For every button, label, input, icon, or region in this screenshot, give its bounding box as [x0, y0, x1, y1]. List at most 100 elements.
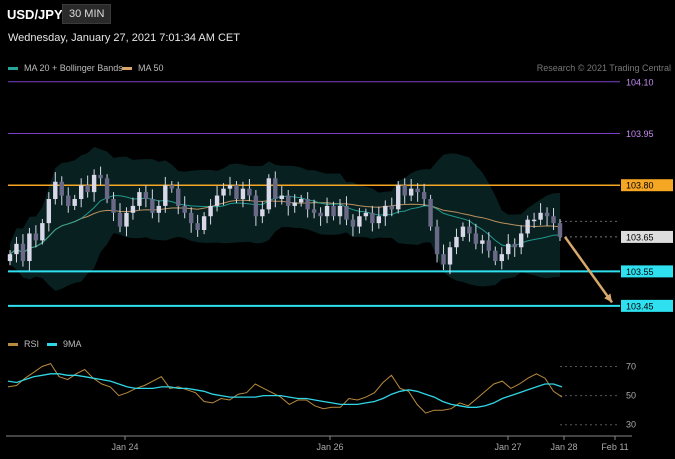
candle-body-11 — [78, 185, 84, 199]
candle-body-50 — [331, 205, 336, 217]
candle-body-84 — [551, 216, 556, 224]
level-label-3: 103.65 — [626, 232, 654, 242]
candle-body-72 — [473, 233, 479, 244]
candle-body-58 — [383, 205, 388, 217]
rsi-series-9ma — [7, 373, 563, 408]
candle-body-77 — [506, 243, 511, 255]
x-tick-label-3: Jan 28 — [550, 442, 577, 452]
candle-body-3 — [27, 233, 32, 262]
rsi-tick-1: 50 — [626, 391, 636, 401]
level-label-4: 103.55 — [626, 267, 654, 277]
candle-body-67 — [441, 254, 446, 265]
candle-body-9 — [66, 195, 71, 206]
candle-body-10 — [72, 199, 77, 206]
level-label-5: 103.45 — [626, 301, 654, 311]
candle-body-70 — [460, 226, 466, 237]
arrow-shaft — [563, 236, 614, 304]
candle-body-78 — [512, 243, 517, 248]
level-label-0: 104.10 — [626, 77, 654, 87]
candle-body-5 — [40, 223, 45, 241]
rsi-series-rsi — [7, 363, 563, 414]
candle-body-14 — [98, 174, 103, 179]
candle-body-33 — [221, 188, 226, 196]
candle-body-29 — [195, 223, 200, 231]
x-axis: Jan 24 Jan 26 Jan 27 Jan 28 Feb 11 — [6, 435, 632, 452]
candle-body-31 — [208, 205, 213, 217]
candle-body-13 — [91, 174, 97, 193]
candle-body-83 — [544, 212, 550, 217]
candle-body-7 — [53, 181, 58, 199]
candle-body-35 — [234, 185, 239, 199]
candle-body-32 — [214, 195, 220, 206]
x-tick-label-0: Jan 24 — [111, 442, 138, 452]
candle-body-40 — [266, 178, 272, 210]
candle-body-25 — [169, 185, 174, 189]
rsi-tick-0: 70 — [626, 362, 636, 372]
candle-body-61 — [402, 185, 407, 196]
candle-body-19 — [130, 205, 136, 213]
candle-body-54 — [357, 216, 362, 227]
candle-body-46 — [305, 199, 310, 210]
x-tick-label-1: Jan 26 — [316, 442, 343, 452]
candle-body-73 — [480, 240, 485, 244]
candle-body-52 — [344, 205, 349, 220]
candle-body-15 — [104, 178, 110, 199]
candle-body-71 — [467, 226, 472, 234]
candle-body-37 — [247, 188, 252, 196]
candle-body-51 — [337, 205, 343, 217]
candle-body-17 — [117, 212, 123, 227]
rsi-tick-2: 30 — [626, 420, 636, 430]
candle-body-62 — [408, 188, 414, 196]
candle-body-60 — [396, 185, 401, 210]
candle-body-42 — [279, 195, 284, 199]
candle-body-48 — [318, 212, 323, 217]
candle-body-68 — [447, 247, 453, 265]
candle-body-64 — [421, 192, 427, 199]
price-chart-svg: 104.10 103.95 103.80 103.65 103.55 103.45 70 5… — [6, 77, 673, 452]
candle-body-0 — [7, 254, 13, 262]
bollinger-band — [10, 146, 560, 291]
candle-body-16 — [111, 199, 116, 213]
candle-body-55 — [363, 212, 369, 217]
candle-body-23 — [156, 205, 162, 213]
candle-body-79 — [518, 233, 524, 248]
candle-body-22 — [150, 199, 155, 213]
forecast-arrow — [563, 236, 614, 304]
candle-body-36 — [240, 188, 246, 199]
candle-body-12 — [85, 185, 90, 193]
candle-body-53 — [350, 219, 356, 227]
candle-body-6 — [46, 199, 52, 224]
x-tick-label-2: Jan 27 — [494, 442, 521, 452]
bollinger-band-area — [10, 146, 560, 291]
candle-body-2 — [20, 243, 26, 262]
candle-body-74 — [486, 240, 492, 251]
x-tick-label-4: Feb 11 — [601, 442, 628, 452]
candle-body-26 — [176, 188, 181, 206]
candle-body-82 — [538, 212, 543, 220]
candle-body-59 — [389, 205, 394, 210]
candle-body-56 — [370, 212, 375, 224]
candle-body-4 — [33, 233, 39, 241]
candle-body-8 — [59, 181, 64, 196]
candle-body-76 — [499, 254, 504, 262]
candle-body-24 — [163, 185, 168, 206]
candle-body-39 — [260, 209, 265, 217]
candle-body-80 — [525, 219, 530, 234]
candle-body-41 — [273, 178, 278, 199]
candle-body-18 — [124, 212, 129, 227]
candle-body-43 — [286, 195, 291, 206]
rsi-panel: 70 50 30 — [7, 362, 636, 430]
level-label-1: 103.95 — [626, 129, 654, 139]
candle-body-45 — [298, 199, 304, 203]
candle-body-27 — [182, 205, 187, 213]
candle-body-21 — [143, 192, 149, 199]
candle-body-47 — [311, 209, 317, 213]
candle-body-66 — [434, 226, 440, 255]
candle-body-49 — [324, 205, 330, 217]
candle-body-34 — [227, 185, 233, 189]
candle-body-63 — [415, 188, 420, 193]
candle-body-30 — [201, 216, 207, 231]
candle-body-57 — [376, 216, 382, 224]
candle-body-44 — [292, 202, 297, 206]
level-label-2: 103.80 — [626, 181, 654, 191]
